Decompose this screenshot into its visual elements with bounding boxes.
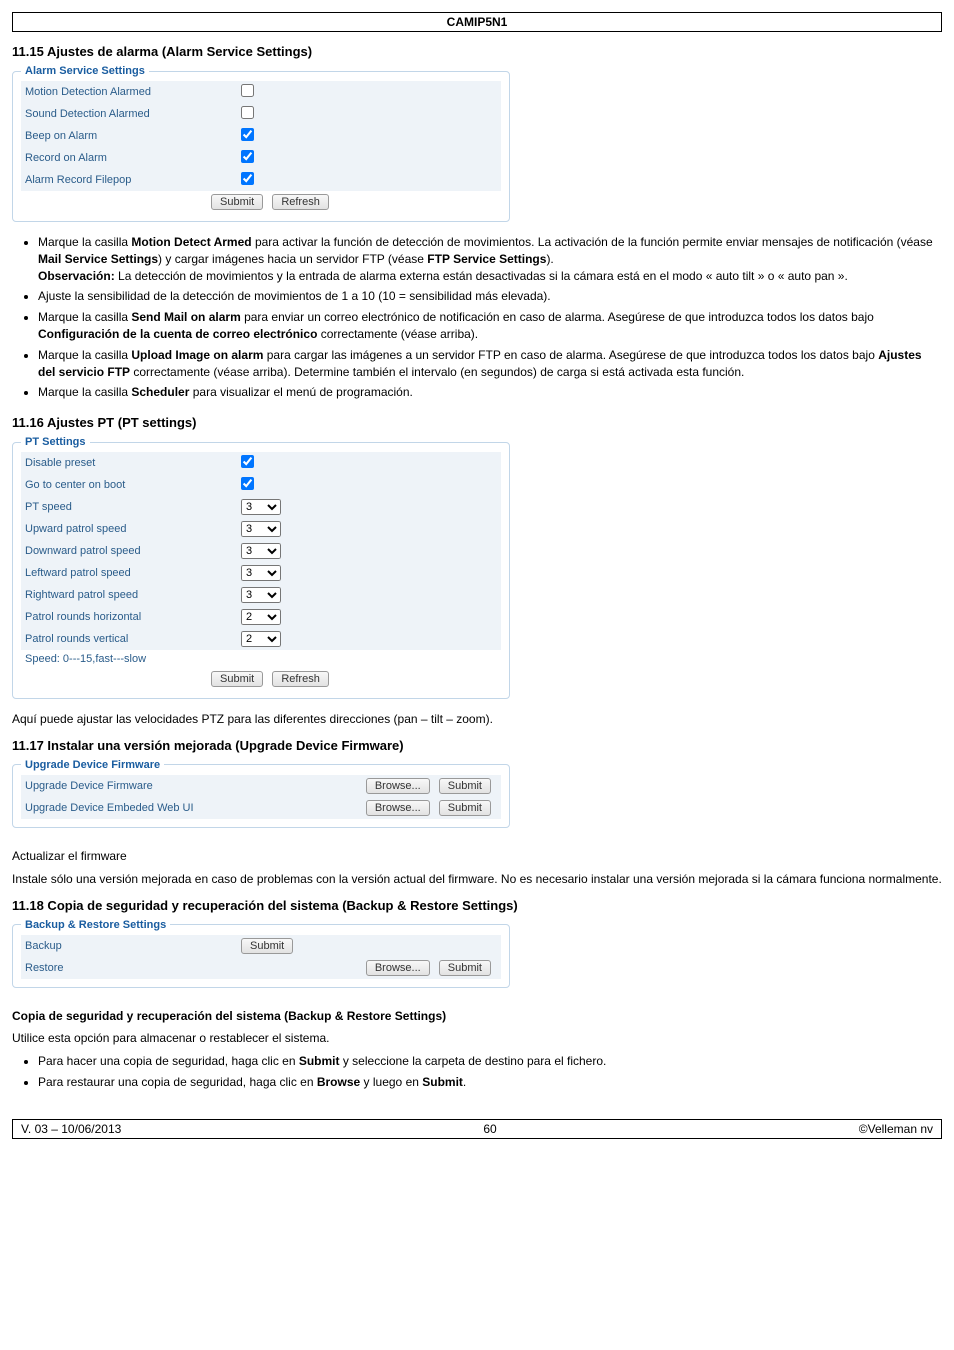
row-label: Motion Detection Alarmed	[21, 81, 237, 103]
list-item: Para hacer una copia de seguridad, haga …	[38, 1053, 942, 1070]
alarm-service-legend: Alarm Service Settings	[21, 65, 149, 77]
footer-left: V. 03 – 10/06/2013	[21, 1122, 121, 1136]
submit-button[interactable]: Submit	[439, 800, 491, 816]
row-label: Sound Detection Alarmed	[21, 103, 237, 125]
refresh-button[interactable]: Refresh	[272, 194, 329, 210]
patrol-vertical-select[interactable]: 2	[241, 631, 281, 647]
submit-button[interactable]: Submit	[211, 194, 263, 210]
rightward-speed-select[interactable]: 3	[241, 587, 281, 603]
list-item: Marque la casilla Send Mail on alarm par…	[38, 309, 942, 343]
backup-subheading: Copia de seguridad y recuperación del si…	[12, 1009, 446, 1023]
pt-settings-legend: PT Settings	[21, 436, 90, 448]
upgrade-firmware-legend: Upgrade Device Firmware	[21, 759, 164, 771]
beep-on-alarm-checkbox[interactable]	[241, 128, 254, 141]
disable-preset-checkbox[interactable]	[241, 455, 254, 468]
alarm-bullets: Marque la casilla Motion Detect Armed pa…	[22, 234, 942, 401]
row-label: Upward patrol speed	[21, 518, 237, 540]
browse-button[interactable]: Browse...	[366, 778, 430, 794]
pt-settings-panel: PT Settings Disable preset Go to center …	[12, 436, 510, 699]
list-item: Marque la casilla Scheduler para visuali…	[38, 384, 942, 401]
document-footer: V. 03 – 10/06/2013 60 ©Velleman nv	[12, 1119, 942, 1139]
submit-button[interactable]: Submit	[439, 778, 491, 794]
upgrade-firmware-panel: Upgrade Device Firmware Upgrade Device F…	[12, 759, 510, 828]
firmware-subheading: Actualizar el firmware	[12, 848, 942, 865]
row-label: Downward patrol speed	[21, 540, 237, 562]
row-label: Disable preset	[21, 452, 237, 474]
row-label: Go to center on boot	[21, 474, 237, 496]
row-label: Record on Alarm	[21, 147, 237, 169]
submit-button[interactable]: Submit	[211, 671, 263, 687]
row-label: Alarm Record Filepop	[21, 169, 237, 191]
motion-detection-checkbox[interactable]	[241, 84, 254, 97]
backup-text: Utilice esta opción para almacenar o res…	[12, 1030, 942, 1047]
row-label: Leftward patrol speed	[21, 562, 237, 584]
list-item: Marque la casilla Motion Detect Armed pa…	[38, 234, 942, 284]
patrol-horizontal-select[interactable]: 2	[241, 609, 281, 625]
heading-11-17: 11.17 Instalar una versión mejorada (Upg…	[12, 738, 942, 753]
alarm-service-table: Motion Detection Alarmed Sound Detection…	[21, 81, 501, 213]
browse-button[interactable]: Browse...	[366, 960, 430, 976]
backup-bullets: Para hacer una copia de seguridad, haga …	[22, 1053, 942, 1091]
row-label: Upgrade Device Firmware	[21, 775, 237, 797]
alarm-filepop-checkbox[interactable]	[241, 172, 254, 185]
row-label: Patrol rounds vertical	[21, 628, 237, 650]
upward-speed-select[interactable]: 3	[241, 521, 281, 537]
leftward-speed-select[interactable]: 3	[241, 565, 281, 581]
record-on-alarm-checkbox[interactable]	[241, 150, 254, 163]
list-item: Marque la casilla Upload Image on alarm …	[38, 347, 942, 381]
footer-right: ©Velleman nv	[859, 1122, 933, 1136]
backup-restore-table: Backup Submit Restore Browse... Submit	[21, 935, 501, 979]
heading-11-15: 11.15 Ajustes de alarma (Alarm Service S…	[12, 44, 942, 59]
pt-note: Aquí puede ajustar las velocidades PTZ p…	[12, 711, 942, 728]
row-label: PT speed	[21, 496, 237, 518]
downward-speed-select[interactable]: 3	[241, 543, 281, 559]
heading-11-16: 11.16 Ajustes PT (PT settings)	[12, 415, 942, 430]
browse-button[interactable]: Browse...	[366, 800, 430, 816]
upgrade-firmware-table: Upgrade Device Firmware Browse... Submit…	[21, 775, 501, 819]
refresh-button[interactable]: Refresh	[272, 671, 329, 687]
heading-11-18: 11.18 Copia de seguridad y recuperación …	[12, 898, 942, 913]
pt-settings-table: Disable preset Go to center on boot PT s…	[21, 452, 501, 690]
backup-restore-legend: Backup & Restore Settings	[21, 919, 170, 931]
goto-center-checkbox[interactable]	[241, 477, 254, 490]
alarm-service-panel: Alarm Service Settings Motion Detection …	[12, 65, 510, 222]
row-label: Restore	[21, 957, 237, 979]
submit-button[interactable]: Submit	[241, 938, 293, 954]
firmware-text: Instale sólo una versión mejorada en cas…	[12, 871, 942, 888]
document-header: CAMIP5N1	[12, 12, 942, 32]
row-label: Rightward patrol speed	[21, 584, 237, 606]
row-label: Upgrade Device Embeded Web UI	[21, 797, 237, 819]
row-label: Backup	[21, 935, 237, 957]
model-text: CAMIP5N1	[447, 15, 508, 29]
pt-speed-select[interactable]: 3	[241, 499, 281, 515]
list-item: Para restaurar una copia de seguridad, h…	[38, 1074, 942, 1091]
footer-center: 60	[483, 1122, 496, 1136]
list-item: Ajuste la sensibilidad de la detección d…	[38, 288, 942, 305]
row-label: Patrol rounds horizontal	[21, 606, 237, 628]
submit-button[interactable]: Submit	[439, 960, 491, 976]
backup-restore-panel: Backup & Restore Settings Backup Submit …	[12, 919, 510, 988]
row-label: Beep on Alarm	[21, 125, 237, 147]
row-label: Speed: 0---15,fast---slow	[21, 650, 237, 668]
sound-detection-checkbox[interactable]	[241, 106, 254, 119]
